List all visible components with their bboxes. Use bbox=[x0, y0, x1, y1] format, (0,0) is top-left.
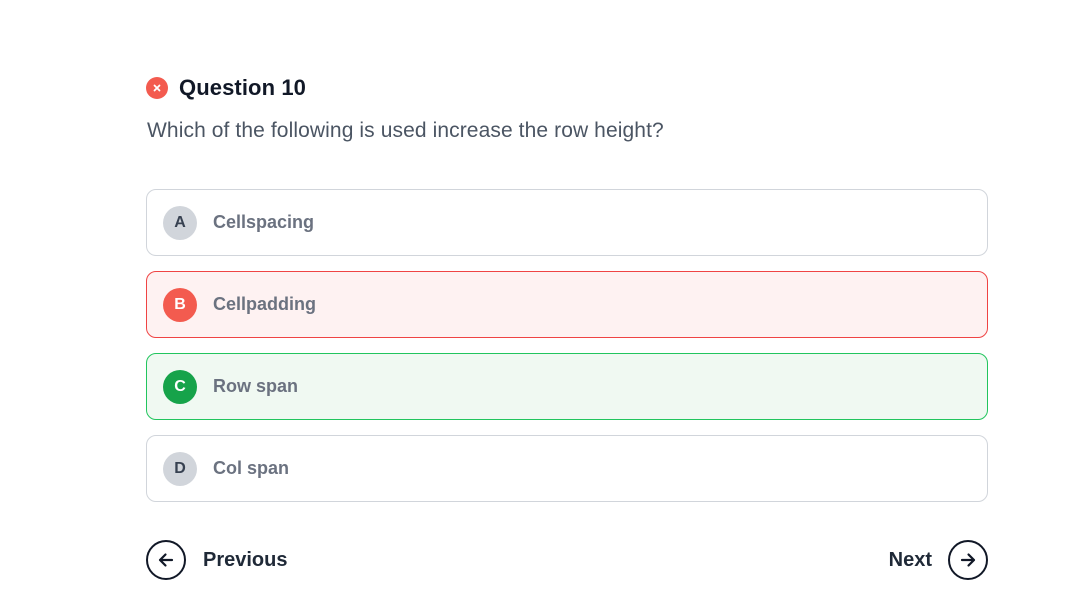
option-label: Cellspacing bbox=[213, 212, 315, 232]
option-label: Col span bbox=[213, 458, 290, 478]
x-circle-icon bbox=[146, 77, 168, 99]
arrow-left-icon bbox=[146, 540, 186, 580]
option-letter: B bbox=[163, 287, 197, 322]
option-a[interactable]: A Cellspacing bbox=[146, 189, 988, 256]
answer-options: A Cellspacing B Cellpadding C Row span D… bbox=[146, 189, 988, 517]
option-b[interactable]: B Cellpadding bbox=[146, 271, 988, 338]
option-letter: D bbox=[163, 451, 197, 486]
option-c[interactable]: C Row span bbox=[146, 353, 988, 420]
option-label: Row span bbox=[213, 376, 299, 396]
option-letter: A bbox=[163, 205, 197, 240]
quiz-page: Question 10 Which of the following is us… bbox=[0, 0, 1082, 609]
previous-label: Previous bbox=[203, 548, 288, 571]
question-text: Which of the following is used increase … bbox=[147, 119, 664, 142]
next-button[interactable]: Next bbox=[889, 540, 988, 580]
option-letter: C bbox=[163, 369, 197, 404]
question-header: Question 10 bbox=[146, 74, 306, 102]
option-label: Cellpadding bbox=[213, 294, 316, 314]
arrow-right-icon bbox=[948, 540, 988, 580]
question-title: Question 10 bbox=[179, 75, 307, 100]
option-d[interactable]: D Col span bbox=[146, 435, 988, 502]
previous-button[interactable]: Previous bbox=[146, 540, 287, 580]
next-label: Next bbox=[888, 548, 932, 571]
